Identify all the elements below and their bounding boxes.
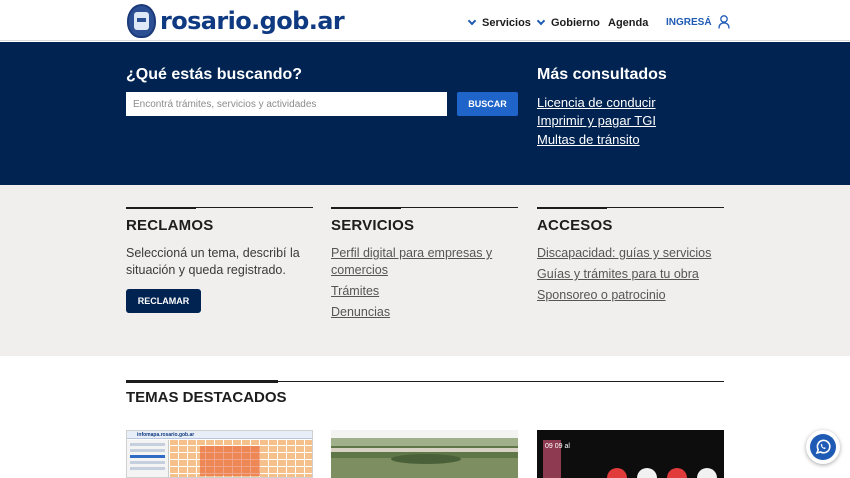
quick-access-section: RECLAMOS Seleccioná un tema, describí la…: [0, 185, 850, 356]
chevron-down-icon: [536, 16, 546, 26]
whatsapp-button[interactable]: [806, 430, 840, 464]
featured-card-park[interactable]: [331, 430, 518, 478]
featured-card-event[interactable]: 09 09 al: [537, 430, 724, 478]
site-header: rosario.gob.ar Servicios Gobierno Agenda…: [0, 0, 850, 41]
site-logo[interactable]: rosario.gob.ar: [127, 3, 345, 39]
search-button[interactable]: BUSCAR: [457, 92, 518, 116]
reclamos-column: RECLAMOS Seleccioná un tema, describí la…: [126, 207, 313, 313]
map-card-sidebar: [127, 440, 169, 477]
reclamar-button[interactable]: RECLAMAR: [126, 289, 201, 313]
featured-card-infomapa[interactable]: infomapa.rosario.gob.ar: [126, 430, 313, 478]
featured-title: TEMAS DESTACADOS: [126, 389, 287, 406]
section-divider: [537, 207, 724, 209]
featured-divider-accent: [126, 380, 278, 383]
rosario-seal-icon: [127, 4, 156, 38]
search-input[interactable]: [126, 92, 447, 116]
accesos-link-sponsoreo[interactable]: Sponsoreo o patrocinio: [537, 287, 724, 304]
nav-item-servicios[interactable]: Servicios: [467, 16, 531, 29]
accesos-links: Discapacidad: guías y servicios Guías y …: [537, 245, 724, 304]
login-link[interactable]: INGRESÁ: [666, 15, 730, 29]
nav-item-label: Agenda: [608, 17, 649, 29]
section-divider: [331, 207, 518, 209]
search-title: ¿Qué estás buscando?: [126, 66, 303, 83]
section-divider: [126, 207, 313, 209]
nav-item-label: Servicios: [482, 17, 531, 29]
servicios-column: SERVICIOS Perfil digital para empresas y…: [331, 207, 518, 321]
popular-title: Más consultados: [537, 66, 667, 83]
event-logo-shape: [637, 468, 657, 478]
servicios-link-perfil-digital[interactable]: Perfil digital para empresas y comercios: [331, 245, 518, 279]
servicios-link-tramites[interactable]: Trámites: [331, 283, 518, 300]
user-icon: [717, 15, 730, 29]
servicios-links: Perfil digital para empresas y comercios…: [331, 245, 518, 321]
whatsapp-icon: [810, 434, 836, 460]
event-logo-shape: [667, 468, 687, 478]
nav-item-label: Gobierno: [551, 17, 600, 29]
event-logo-shape: [607, 468, 627, 478]
nav-item-gobierno[interactable]: Gobierno: [536, 16, 600, 29]
servicios-link-denuncias[interactable]: Denuncias: [331, 304, 518, 321]
popular-link-licencia[interactable]: Licencia de conducir: [537, 95, 656, 110]
event-date: 09 09 al: [545, 443, 570, 450]
accesos-link-discapacidad[interactable]: Discapacidad: guías y servicios: [537, 245, 724, 262]
accesos-link-obra[interactable]: Guías y trámites para tu obra: [537, 266, 724, 283]
login-label: INGRESÁ: [666, 16, 712, 28]
map-card-header: infomapa.rosario.gob.ar: [127, 431, 312, 439]
nav-item-agenda[interactable]: Agenda: [608, 17, 648, 29]
search-hero: ¿Qué estás buscando? BUSCAR Más consulta…: [0, 42, 850, 185]
popular-link-tgi[interactable]: Imprimir y pagar TGI: [537, 113, 656, 128]
reclamos-description: Seleccioná un tema, describí la situació…: [126, 246, 300, 277]
accesos-title: ACCESOS: [537, 217, 613, 234]
logo-text: rosario.gob.ar: [160, 7, 345, 35]
accesos-column: ACCESOS Discapacidad: guías y servicios …: [537, 207, 724, 304]
event-logo-shape: [697, 468, 717, 478]
chevron-down-icon: [467, 16, 477, 26]
popular-link-multas[interactable]: Multas de tránsito: [537, 132, 640, 147]
map-card-image: [170, 440, 312, 477]
reclamos-title: RECLAMOS: [126, 217, 214, 234]
servicios-title: SERVICIOS: [331, 217, 415, 234]
